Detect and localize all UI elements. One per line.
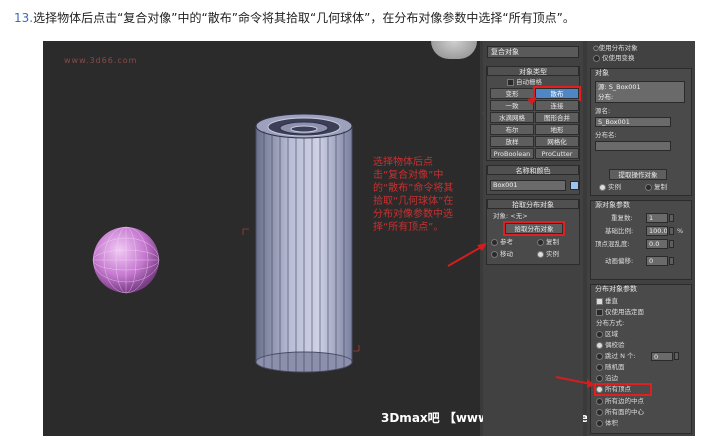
boolean-button[interactable]: 布尔 bbox=[490, 124, 534, 135]
name-color-rollout: 名称和颜色 Box001 bbox=[486, 165, 580, 195]
distribution-name-field[interactable] bbox=[595, 141, 671, 151]
box-scroll-object[interactable] bbox=[242, 113, 360, 373]
extract-copy-radio[interactable]: 复制 bbox=[645, 183, 667, 192]
radio-copy[interactable]: 复制 bbox=[537, 238, 559, 247]
option-volume[interactable]: 体积 bbox=[596, 419, 618, 428]
procutter-button[interactable]: ProCutter bbox=[535, 148, 579, 159]
anim-offset-label: 动画偏移: bbox=[605, 257, 634, 265]
morph-button[interactable]: 变形 bbox=[490, 88, 534, 99]
distribute-by-label: 分布方式: bbox=[596, 319, 625, 327]
scatter-params-panel: ○使用分布对象 仅使用变换 对象 源: S_Box001 分布: 源名: S_B… bbox=[587, 41, 695, 436]
distribution-name-label: 分布名: bbox=[595, 131, 617, 139]
vertex-chaos-spinner[interactable] bbox=[669, 240, 674, 248]
skip-n-field[interactable]: 0 bbox=[651, 352, 673, 361]
geosphere[interactable] bbox=[92, 226, 160, 294]
object-name-field[interactable]: Box001 bbox=[490, 180, 566, 191]
perpendicular-checkbox[interactable]: 垂直 bbox=[596, 297, 618, 306]
vertex-chaos-field[interactable]: 0.0 bbox=[646, 239, 668, 249]
mesher-button[interactable]: 网格化 bbox=[535, 136, 579, 147]
blobmesh-button[interactable]: 水滴网格 bbox=[490, 112, 534, 123]
radio-move[interactable]: 移动 bbox=[491, 250, 513, 259]
radio-instance[interactable]: 实例 bbox=[537, 250, 559, 259]
connect-button[interactable]: 连接 bbox=[535, 100, 579, 111]
radio-reference[interactable]: 参考 bbox=[491, 238, 513, 247]
autogrid-checkbox[interactable]: 自动栅格 bbox=[507, 78, 542, 87]
pick-distribution-rollout: 拾取分布对象 对象: <无> 拾取分布对象 参考 复制 移动 实例 bbox=[486, 199, 580, 265]
caption-text: 选择物体后点击“复合对像”中的“散布”命令将其拾取“几何球体”，在分布对像参数中… bbox=[33, 11, 575, 25]
duplicates-spinner[interactable] bbox=[669, 214, 674, 222]
viewport-scene bbox=[92, 113, 480, 373]
viewport[interactable]: www.3d66.com 选择物体后点击“复合对像”中的“散布”命令将其拾取“几… bbox=[43, 41, 655, 436]
source-name-label: 源名: bbox=[595, 107, 611, 115]
anim-offset-field[interactable]: 0 bbox=[646, 256, 668, 266]
use-transforms-only-option[interactable]: 仅使用变换 bbox=[593, 54, 635, 63]
option-all-vertices[interactable]: 所有顶点 bbox=[594, 383, 652, 396]
operand-distribution[interactable]: 分布: bbox=[598, 92, 684, 102]
option-all-edge-midpoints[interactable]: 所有边的中点 bbox=[596, 397, 644, 406]
distribution-object-label: 对象: <无> bbox=[493, 212, 528, 220]
operand-list[interactable]: 源: S_Box001 分布: bbox=[595, 81, 685, 103]
proboolean-button[interactable]: ProBoolean bbox=[490, 148, 534, 159]
object-type-rollout: 对象类型 自动栅格 变形 散布 一致 连接 水滴网格 图形合并 布尔 地形 放样… bbox=[486, 66, 581, 161]
annotation-note: 选择物体后点击“复合对像”中的“散布”命令将其拾取“几何球体”在分布对像参数中选… bbox=[373, 157, 454, 233]
option-area[interactable]: 区域 bbox=[596, 330, 618, 339]
distribution-params-title[interactable]: 分布对象参数 bbox=[595, 285, 637, 294]
option-skip-n[interactable]: 跳过 N 个: bbox=[596, 352, 636, 361]
pick-distribution-button[interactable]: 拾取分布对象 bbox=[503, 221, 565, 236]
base-scale-label: 基础比例: bbox=[605, 227, 634, 235]
duplicates-field[interactable]: 1 bbox=[646, 213, 668, 223]
source-params-title[interactable]: 源对象参数 bbox=[595, 201, 630, 210]
option-all-face-centers[interactable]: 所有面的中心 bbox=[596, 408, 644, 417]
base-scale-spinner[interactable] bbox=[669, 227, 674, 235]
use-distribution-object-option[interactable]: ○使用分布对象 bbox=[593, 44, 638, 53]
object-type-title[interactable]: 对象类型 bbox=[487, 66, 579, 76]
extract-instance-radio[interactable]: 实例 bbox=[599, 183, 621, 192]
use-selected-faces-checkbox[interactable]: 仅使用选定面 bbox=[596, 308, 644, 317]
caption: 13.选择物体后点击“复合对像”中的“散布”命令将其拾取“几何球体”，在分布对像… bbox=[14, 9, 575, 26]
extract-operand-button[interactable]: 提取操作对象 bbox=[609, 169, 667, 180]
caption-number: 13. bbox=[14, 11, 34, 25]
source-params-rollout: 源对象参数 重复数: 1 基础比例: 100.0 % 顶点混乱度: 0.0 动画… bbox=[590, 200, 692, 280]
option-even[interactable]: 偶校验 bbox=[596, 341, 625, 350]
conform-button[interactable]: 一致 bbox=[490, 100, 534, 111]
base-scale-field[interactable]: 100.0 bbox=[646, 226, 668, 236]
pick-distribution-title[interactable]: 拾取分布对象 bbox=[487, 199, 579, 209]
name-color-title[interactable]: 名称和颜色 bbox=[487, 165, 579, 175]
objects-title[interactable]: 对象 bbox=[595, 69, 609, 78]
skip-n-spinner[interactable] bbox=[674, 352, 679, 360]
scatter-button[interactable]: 散布 bbox=[533, 86, 581, 101]
duplicates-label: 重复数: bbox=[611, 214, 633, 222]
operand-source[interactable]: 源: S_Box001 bbox=[598, 82, 684, 92]
objects-rollout: 对象 源: S_Box001 分布: 源名: S_Box001 分布名: 提取操… bbox=[590, 68, 692, 196]
shapemerge-button[interactable]: 图形合并 bbox=[535, 112, 579, 123]
distribution-params-rollout: 分布对象参数 垂直 仅使用选定面 分布方式: 区域 偶校验 跳过 N 个: 0 … bbox=[590, 284, 692, 434]
source-name-field[interactable]: S_Box001 bbox=[595, 117, 671, 127]
max-screenshot: www.3d66.com 选择物体后点击“复合对像”中的“散布”命令将其拾取“几… bbox=[43, 41, 695, 436]
vertex-chaos-label: 顶点混乱度: bbox=[595, 240, 630, 248]
object-color-swatch[interactable] bbox=[570, 181, 579, 190]
option-random-faces[interactable]: 随机面 bbox=[596, 363, 625, 372]
create-panel: 复合对象 对象类型 自动栅格 变形 散布 一致 连接 水滴网格 图形合并 布尔 … bbox=[483, 41, 583, 436]
anim-offset-spinner[interactable] bbox=[669, 257, 674, 265]
terrain-button[interactable]: 地形 bbox=[535, 124, 579, 135]
option-along-edges[interactable]: 沿边 bbox=[596, 374, 618, 383]
loft-button[interactable]: 放样 bbox=[490, 136, 534, 147]
category-dropdown[interactable]: 复合对象 bbox=[487, 46, 579, 58]
base-scale-unit: % bbox=[677, 227, 684, 235]
